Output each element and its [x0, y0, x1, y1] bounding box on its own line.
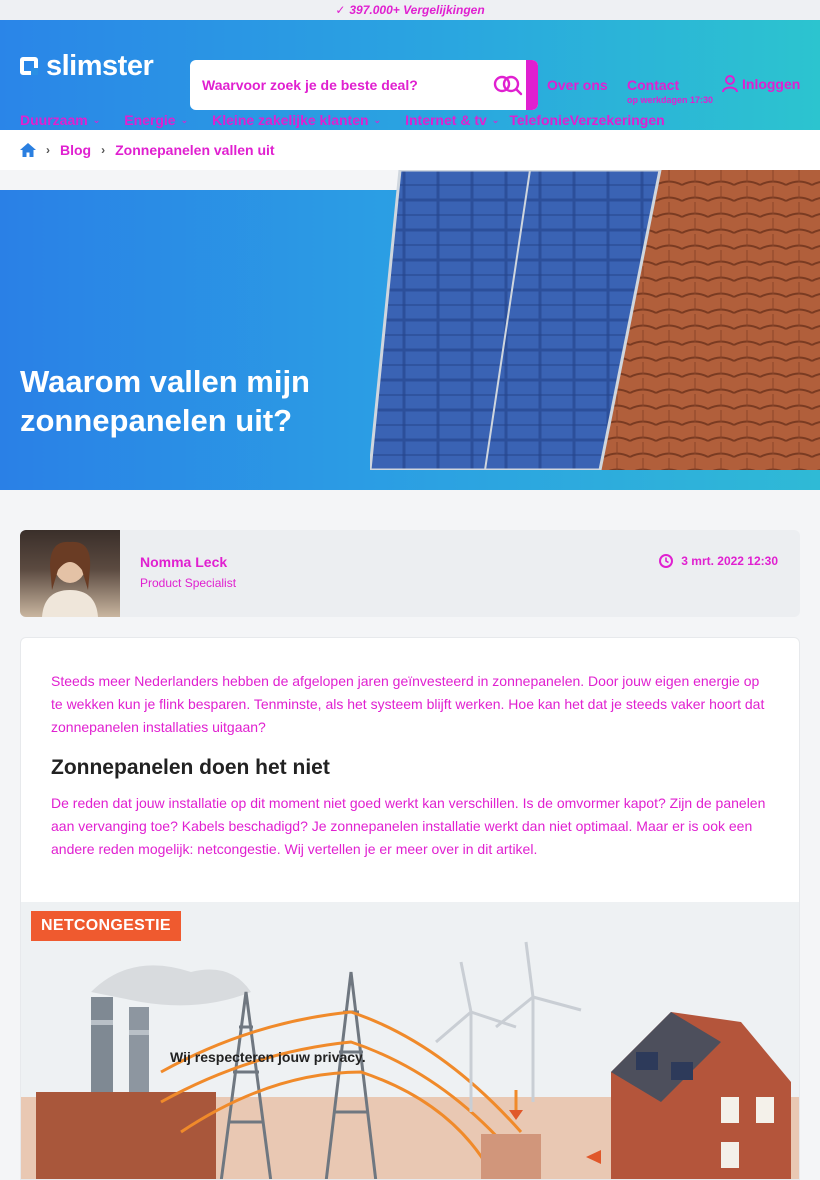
site-header: slimster Over ons Contact op werkdagen 1…: [0, 20, 820, 130]
nav-item-zakelijk[interactable]: Kleine zakelijke klanten ⌄: [212, 112, 381, 128]
search-button[interactable]: [526, 60, 538, 110]
nav-label: Duurzaam: [20, 112, 88, 128]
author-name[interactable]: Nomma Leck: [140, 554, 227, 570]
nav-label: Telefonie: [509, 112, 570, 128]
grid-illustration-icon: [21, 941, 799, 1179]
chevron-right-icon: ›: [46, 143, 50, 157]
about-link[interactable]: Over ons: [547, 77, 608, 93]
section-heading: Zonnepanelen doen het niet: [51, 756, 330, 779]
chevron-right-icon: ›: [101, 143, 106, 157]
site-logo[interactable]: slimster: [20, 50, 170, 82]
breadcrumb-blog[interactable]: Blog: [60, 142, 91, 158]
author-avatar: [20, 530, 120, 617]
search-icon[interactable]: [490, 70, 526, 100]
article-body: Steeds meer Nederlanders hebben de afgel…: [20, 637, 800, 1180]
breadcrumb: › Blog › Zonnepanelen vallen uit: [0, 130, 820, 170]
search-bar: [190, 60, 538, 110]
page-title: Waarom vallen mijn zonnepanelen uit?: [20, 364, 310, 438]
nav-label: Energie: [124, 112, 176, 128]
login-label: Inloggen: [742, 76, 801, 92]
login-link[interactable]: Inloggen: [722, 75, 800, 93]
hero-solar-roof-image: [370, 170, 820, 470]
author-card: Nomma Leck Product Specialist 3 mrt. 202…: [20, 530, 800, 617]
main-nav: Duurzaam ⌄ Energie ⌄ Kleine zakelijke klan…: [20, 110, 665, 130]
nav-item-verzekeringen[interactable]: Verzekeringen: [570, 112, 665, 128]
nav-label: Internet & tv: [405, 112, 487, 128]
comparisons-count: 397.000+ Vergelijkingen: [349, 3, 485, 17]
nav-item-internet-tv[interactable]: Internet & tv ⌄: [405, 112, 499, 128]
chevron-down-icon: ⌄: [373, 114, 382, 125]
breadcrumb-current: Zonnepanelen vallen uit: [115, 142, 275, 158]
author-role: Product Specialist: [140, 576, 237, 590]
nav-item-telefonie[interactable]: Telefonie: [509, 112, 569, 128]
nav-label: Kleine zakelijke klanten: [212, 112, 369, 128]
date-text: 3 mrt. 2022 12:30: [681, 554, 778, 568]
logo-text: slimster: [46, 49, 154, 82]
logo-mark-icon: [20, 57, 38, 75]
nav-item-duurzaam[interactable]: Duurzaam ⌄: [20, 112, 100, 128]
contact-label: Contact: [627, 77, 680, 93]
article-paragraph: De reden dat jouw installatie op dit mom…: [51, 795, 766, 857]
privacy-notice: Wij respecteren jouw privacy.: [170, 1049, 366, 1065]
clock-icon: [659, 554, 674, 568]
nav-item-energie[interactable]: Energie ⌄: [124, 112, 188, 128]
contact-link[interactable]: Contact op werkdagen 17:30: [627, 77, 713, 105]
hero: Waarom vallen mijn zonnepanelen uit?: [0, 170, 820, 490]
publish-date: 3 mrt. 2022 12:30: [659, 554, 778, 568]
search-input[interactable]: [190, 60, 490, 110]
chevron-down-icon: ⌄: [92, 114, 101, 125]
chevron-down-icon: ⌄: [491, 114, 500, 125]
contact-hours: op werkdagen 17:30: [627, 95, 714, 105]
home-icon[interactable]: [20, 143, 36, 157]
chevron-down-icon: ⌄: [180, 114, 189, 125]
netcongestie-illustration: NETCONGESTIE: [21, 902, 799, 1179]
nav-label: Verzekeringen: [569, 112, 665, 128]
top-strip: ✓ 397.000+ Vergelijkingen: [0, 0, 820, 20]
article-intro: Steeds meer Nederlanders hebben de afgel…: [51, 673, 765, 735]
check-icon: ✓: [335, 3, 346, 17]
user-icon: [722, 75, 738, 93]
